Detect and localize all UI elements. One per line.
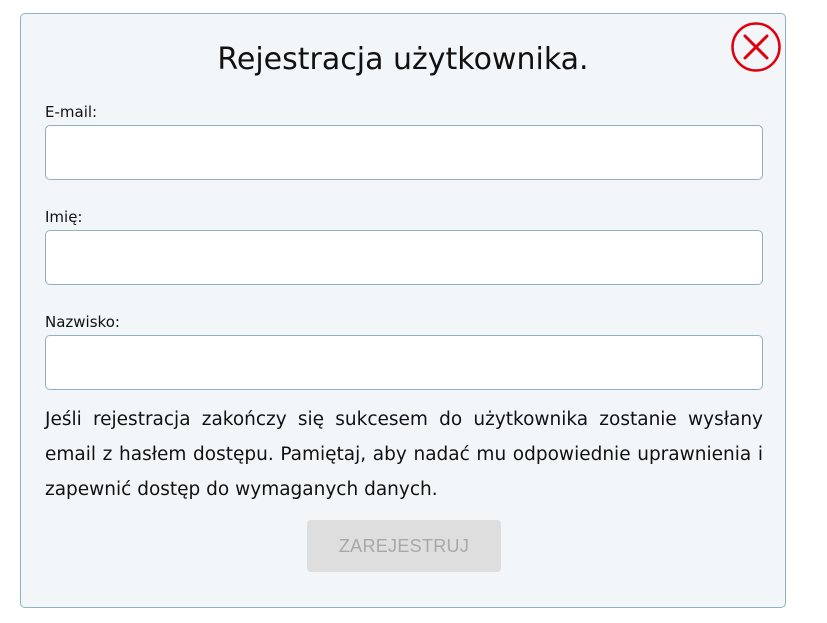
first-name-field[interactable]	[45, 230, 763, 285]
dialog-title: Rejestracja użytkownika.	[217, 42, 589, 77]
email-field[interactable]	[45, 125, 763, 180]
registration-dialog: Rejestracja użytkownika. E-mail: Imię: N…	[20, 13, 786, 608]
last-name-field[interactable]	[45, 335, 763, 390]
info-text: Jeśli rejestracja zakończy się sukcesem …	[45, 409, 763, 500]
close-button[interactable]	[730, 21, 782, 73]
email-label: E-mail:	[45, 103, 98, 121]
first-name-label: Imię:	[45, 208, 83, 226]
last-name-label: Nazwisko:	[45, 313, 120, 331]
register-button[interactable]: ZAREJESTRUJ	[307, 520, 501, 572]
close-icon	[731, 22, 781, 72]
